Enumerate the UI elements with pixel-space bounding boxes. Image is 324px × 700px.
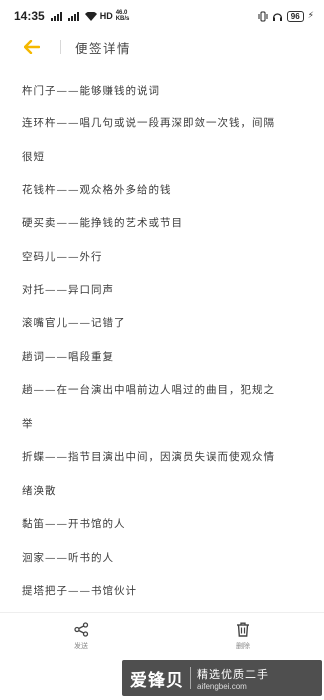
note-line: 洄家——听书的人 (22, 552, 114, 564)
watermark-divider (190, 667, 191, 689)
hd-label: HD (99, 11, 113, 21)
battery-indicator: 96 (286, 10, 304, 22)
note-line: 提塔把子——书馆伙计 (22, 585, 137, 597)
note-line: 连环杵——唱几句或说一段再深即敛一次钱，间隔 (22, 117, 275, 129)
share-label: 发送 (74, 642, 88, 650)
status-bar: 14:35 HD 46.0 KB/s 96 ⚡ (0, 0, 324, 32)
headphones-icon (272, 12, 282, 21)
header-divider (60, 40, 61, 54)
signal-icon (50, 11, 62, 21)
watermark: 爱锋贝 精选优质二手 aifengbei.com (122, 660, 322, 696)
page-title: 便签详情 (75, 40, 132, 56)
note-line: 黏笛——开书馆的人 (22, 518, 126, 530)
back-button[interactable] (22, 37, 42, 57)
trash-icon (237, 622, 249, 637)
watermark-slogan: 精选优质二手 (197, 667, 269, 681)
header: 便签详情 (0, 32, 324, 62)
note-line: 花钱杵——观众格外多给的钱 (22, 184, 172, 196)
share-button[interactable]: 发送 (0, 613, 162, 660)
note-content[interactable]: 杵门子——能够赚钱的说词 连环杵——唱几句或说一段再深即敛一次钱，间隔 很短 花… (0, 72, 324, 608)
note-line: 很短 (22, 151, 45, 163)
watermark-logo: 爱锋贝 (130, 670, 184, 691)
network-speed: 46.0 KB/s (115, 10, 130, 22)
note-line: 空码儿——外行 (22, 251, 103, 263)
note-line: 绪涣散 (22, 485, 57, 497)
note-line: 对托——异口同声 (22, 284, 114, 296)
arrow-left-icon (24, 40, 40, 54)
note-line: 折蝶——指节目演出中间，因演员失误而使观众情 (22, 451, 275, 463)
note-line: 硬买卖——能挣钱的艺术或节目 (22, 217, 183, 229)
note-line: 趟词——唱段重复 (22, 351, 114, 363)
watermark-domain: aifengbei.com (197, 681, 247, 691)
wifi-icon (84, 11, 97, 21)
charging-icon: ⚡ (307, 11, 314, 21)
signal-icon (67, 11, 79, 21)
share-icon (73, 622, 88, 637)
note-line: 滚嘴官儿——记错了 (22, 317, 126, 329)
note-line: 趟——在一台演出中唱前边人唱过的曲目，犯规之 (22, 384, 275, 396)
delete-button[interactable]: 删除 (162, 613, 324, 660)
vibrate-icon (258, 11, 268, 21)
watermark-text: 精选优质二手 aifengbei.com (197, 666, 269, 691)
bottom-action-bar: 发送 删除 (0, 612, 324, 660)
delete-label: 删除 (236, 642, 250, 650)
note-line: 举 (22, 418, 34, 430)
signal-icons: HD 46.0 KB/s (50, 10, 130, 22)
note-line: 杵门子——能够赚钱的说词 (22, 85, 160, 97)
status-right: 96 ⚡ (258, 10, 314, 22)
status-time: 14:35 (14, 9, 45, 23)
